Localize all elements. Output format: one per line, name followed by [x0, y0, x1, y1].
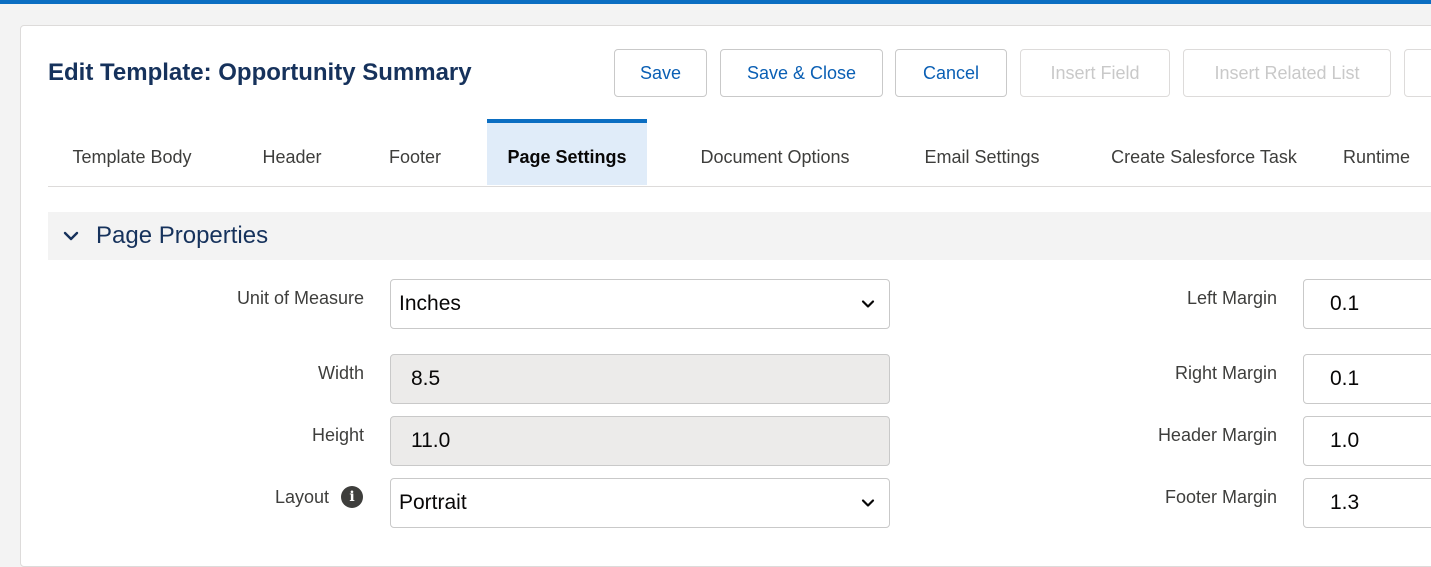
header-margin-label: Header Margin — [1157, 425, 1277, 445]
tab-runtime[interactable]: Runtime — [1343, 119, 1431, 185]
layout-label: Layout — [274, 487, 329, 507]
height-value: 11.0 — [411, 429, 451, 452]
tab-template-body[interactable]: Template Body — [48, 119, 216, 185]
info-icon[interactable]: i — [341, 486, 363, 508]
footer-margin-input[interactable]: 1.3 — [1303, 478, 1431, 528]
left-margin-input[interactable]: 0.1 — [1303, 279, 1431, 329]
insert-field-button[interactable]: Insert Field — [1020, 49, 1170, 97]
tab-bar: Template Body Header Footer Page Setting… — [48, 119, 1431, 187]
chevron-down-icon — [861, 300, 875, 308]
height-field: 11.0 — [390, 416, 890, 466]
tab-page-settings[interactable]: Page Settings — [487, 119, 647, 185]
unit-of-measure-select[interactable]: Inches — [390, 279, 890, 329]
header-margin-value: 1.0 — [1330, 429, 1360, 452]
save-close-button[interactable]: Save & Close — [720, 49, 883, 97]
tab-create-salesforce-task[interactable]: Create Salesforce Task — [1087, 119, 1321, 185]
section-title: Page Properties — [96, 222, 269, 249]
right-margin-value: 0.1 — [1330, 367, 1360, 390]
chevron-down-icon — [861, 499, 875, 507]
width-value: 8.5 — [411, 367, 441, 390]
tab-header[interactable]: Header — [241, 119, 343, 185]
tab-document-options[interactable]: Document Options — [671, 119, 879, 185]
top-accent-bar — [0, 0, 1431, 4]
save-button[interactable]: Save — [614, 49, 707, 97]
page-properties-section[interactable]: Page Properties — [48, 212, 1431, 260]
more-actions-button[interactable] — [1404, 49, 1431, 97]
footer-margin-label: Footer Margin — [1164, 487, 1277, 507]
insert-related-list-button[interactable]: Insert Related List — [1183, 49, 1391, 97]
width-label: Width — [317, 363, 364, 383]
chevron-down-icon[interactable] — [62, 227, 80, 245]
edit-template-panel: Edit Template: Opportunity Summary Save … — [20, 25, 1431, 567]
height-label: Height — [311, 425, 364, 445]
tab-footer[interactable]: Footer — [368, 119, 462, 185]
layout-select[interactable]: Portrait — [390, 478, 890, 528]
page-title: Edit Template: Opportunity Summary — [48, 59, 472, 86]
right-margin-label: Right Margin — [1174, 363, 1277, 383]
footer-margin-value: 1.3 — [1330, 491, 1360, 514]
header-margin-input[interactable]: 1.0 — [1303, 416, 1431, 466]
left-margin-label: Left Margin — [1186, 288, 1277, 308]
right-margin-input[interactable]: 0.1 — [1303, 354, 1431, 404]
left-margin-value: 0.1 — [1330, 292, 1360, 315]
layout-value: Portrait — [399, 491, 467, 514]
tab-email-settings[interactable]: Email Settings — [901, 119, 1063, 185]
cancel-button[interactable]: Cancel — [895, 49, 1007, 97]
unit-of-measure-value: Inches — [399, 292, 461, 315]
unit-of-measure-label: Unit of Measure — [236, 288, 364, 308]
width-field: 8.5 — [390, 354, 890, 404]
